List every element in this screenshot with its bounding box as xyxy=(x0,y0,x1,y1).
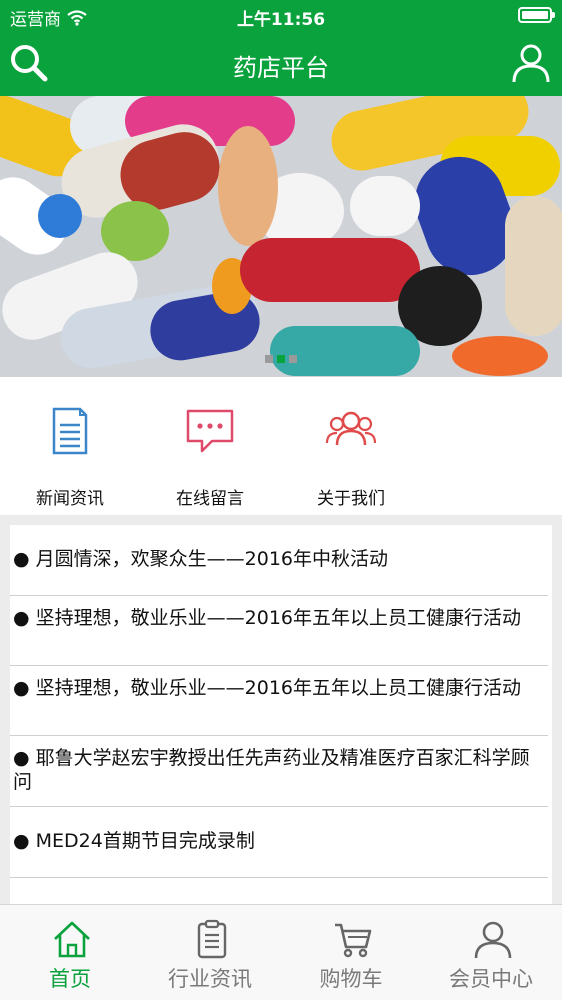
bullet: ● xyxy=(13,548,30,570)
news-title: 坚持理想，敬业乐业——2016年五年以上员工健康行活动 xyxy=(35,607,521,629)
news-item[interactable]: ● 坚持理想，敬业乐业——2016年五年以上员工健康行活动 xyxy=(10,666,548,736)
bullet: ● xyxy=(13,830,30,852)
quick-link-label: 新闻资讯 xyxy=(36,489,104,509)
tab-home[interactable]: 首页 xyxy=(0,905,140,1000)
banner-carousel[interactable] xyxy=(0,96,562,377)
status-time: 上午11:56 xyxy=(236,10,326,30)
tab-label: 行业资讯 xyxy=(168,967,252,991)
news-item[interactable]: ● MED24首期节目完成录制 xyxy=(10,807,548,878)
bottom-tab-bar: 首页 行业资讯 购物车 会员中心 xyxy=(0,904,562,1000)
status-bar: 运营商 上午11:56 xyxy=(0,0,562,30)
quick-link-news[interactable]: 新闻资讯 xyxy=(0,377,140,515)
news-item[interactable]: ● 耶鲁大学赵宏宇教授出任先声药业及精准医疗百家汇科学顾问 xyxy=(10,736,548,807)
quick-link-message[interactable]: 在线留言 xyxy=(140,377,280,515)
quick-link-about[interactable]: 关于我们 xyxy=(281,377,421,515)
top-navbar: 药店平台 xyxy=(0,30,562,96)
quick-links: 新闻资讯 在线留言 关于我们 xyxy=(0,377,562,515)
banner-dot[interactable] xyxy=(289,355,297,363)
news-title: 坚持理想，敬业乐业——2016年五年以上员工健康行活动 xyxy=(35,677,521,699)
tab-cart[interactable]: 购物车 xyxy=(281,905,421,1000)
news-title: 耶鲁大学赵宏宇教授出任先声药业及精准医疗百家汇科学顾问 xyxy=(13,747,530,793)
pills-banner-image xyxy=(0,96,562,377)
user-icon xyxy=(512,44,550,83)
battery-level xyxy=(522,11,548,19)
news-title: MED24首期节目完成录制 xyxy=(35,830,255,852)
battery-icon xyxy=(518,7,555,23)
bullet: ● xyxy=(13,607,30,629)
document-icon xyxy=(52,407,88,455)
bullet: ● xyxy=(13,677,30,699)
news-title: 月圆情深，欢聚众生——2016年中秋活动 xyxy=(35,548,388,570)
user-profile-button[interactable] xyxy=(510,42,552,84)
tab-industry-news[interactable]: 行业资讯 xyxy=(140,905,280,1000)
message-bubble-icon xyxy=(186,409,234,453)
news-item[interactable]: ● 坚持理想，敬业乐业——2016年五年以上员工健康行活动 xyxy=(10,596,548,666)
banner-dot[interactable] xyxy=(277,355,285,363)
news-list: ● 月圆情深，欢聚众生——2016年中秋活动 ● 坚持理想，敬业乐业——2016… xyxy=(10,525,552,905)
tab-label: 会员中心 xyxy=(449,967,533,991)
people-icon xyxy=(325,411,377,446)
home-icon xyxy=(54,921,90,958)
clipboard-icon xyxy=(197,919,227,959)
news-item[interactable]: ● 月圆情深，欢聚众生——2016年中秋活动 xyxy=(10,525,548,596)
quick-link-label: 关于我们 xyxy=(317,489,385,509)
tab-label: 购物车 xyxy=(319,967,383,991)
banner-pagination[interactable] xyxy=(0,355,562,363)
page-title: 药店平台 xyxy=(233,54,329,82)
cart-icon xyxy=(335,923,372,958)
banner-dot[interactable] xyxy=(265,355,273,363)
bullet: ● xyxy=(13,747,30,769)
tab-member-center[interactable]: 会员中心 xyxy=(421,905,561,1000)
tab-label: 首页 xyxy=(49,967,91,991)
member-icon xyxy=(474,921,512,959)
quick-link-label: 在线留言 xyxy=(176,489,244,509)
